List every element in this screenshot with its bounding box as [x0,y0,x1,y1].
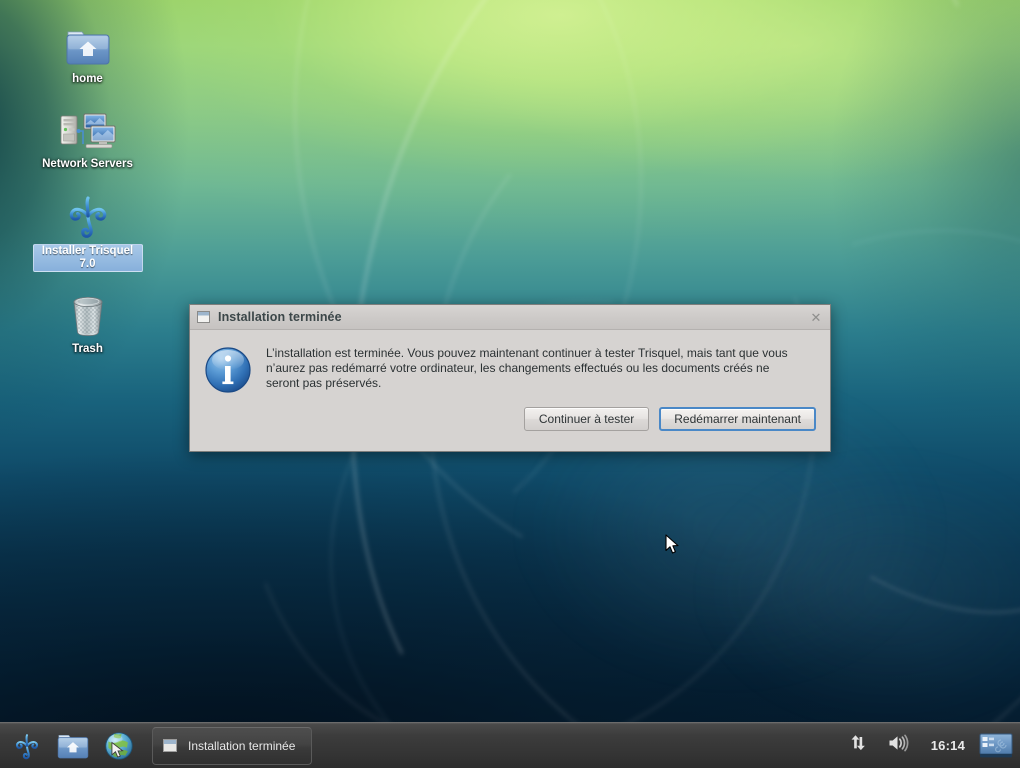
clock[interactable]: 16:14 [921,738,975,753]
desktop-icon-installer[interactable]: Installer Trisquel 7.0 [32,188,143,272]
system-tray: 16:14 [841,725,1020,767]
close-icon[interactable]: ✕ [808,309,824,325]
dialog-titlebar[interactable]: Installation terminée ✕ [190,305,830,330]
desktop-icon-network-servers[interactable]: Network Servers [33,101,143,172]
desktop-icon-label: Network Servers [42,158,133,170]
launcher-trisquel-menu[interactable] [6,725,48,767]
desktop-icon-grid: home Network Servers Installer Trisquel … [0,0,175,367]
window-icon [197,311,210,323]
dialog-title: Installation terminée [218,310,342,324]
restart-now-button[interactable]: Redémarrer maintenant [659,407,816,431]
home-folder-icon [64,16,112,68]
info-circle-icon [204,344,266,397]
dialog-message: L’installation est terminée. Vous pouvez… [266,346,788,390]
dialog-button-row: Continuer à tester Redémarrer maintenant [523,407,816,431]
desktop-icon-trash[interactable]: Trash [33,286,143,357]
desktop[interactable]: home Network Servers Installer Trisquel … [0,0,1020,768]
launcher-web-browser[interactable] [98,725,140,767]
taskbar[interactable]: Installation terminée 16:14 [0,722,1020,768]
window-icon [163,739,177,752]
desktop-icon-home[interactable]: home [33,16,143,87]
taskbar-window-list: Installation terminée [140,726,312,765]
workspace-switcher-icon[interactable] [979,733,1013,759]
speaker-volume-icon [887,733,911,758]
desktop-icon-label: home [72,73,103,85]
launcher-file-manager[interactable] [52,725,94,767]
trash-bin-icon [65,286,111,338]
up-down-arrows-icon [849,733,869,758]
desktop-icon-label: Installer Trisquel 7.0 [32,244,143,272]
taskbar-window-button[interactable]: Installation terminée [152,726,312,765]
network-monitor-indicator[interactable] [841,725,877,767]
network-servers-icon [58,101,118,153]
trisquel-triskelion-icon [63,188,113,240]
taskbar-launchers [0,725,140,767]
continue-testing-button[interactable]: Continuer à tester [523,407,650,431]
taskbar-window-label: Installation terminée [188,738,296,753]
desktop-icon-label: Trash [72,343,103,355]
installation-complete-dialog[interactable]: Installation terminée ✕ L’installation e… [189,304,831,452]
dialog-body: L’installation est terminée. Vous pouvez… [190,330,830,397]
volume-indicator[interactable] [879,725,919,767]
